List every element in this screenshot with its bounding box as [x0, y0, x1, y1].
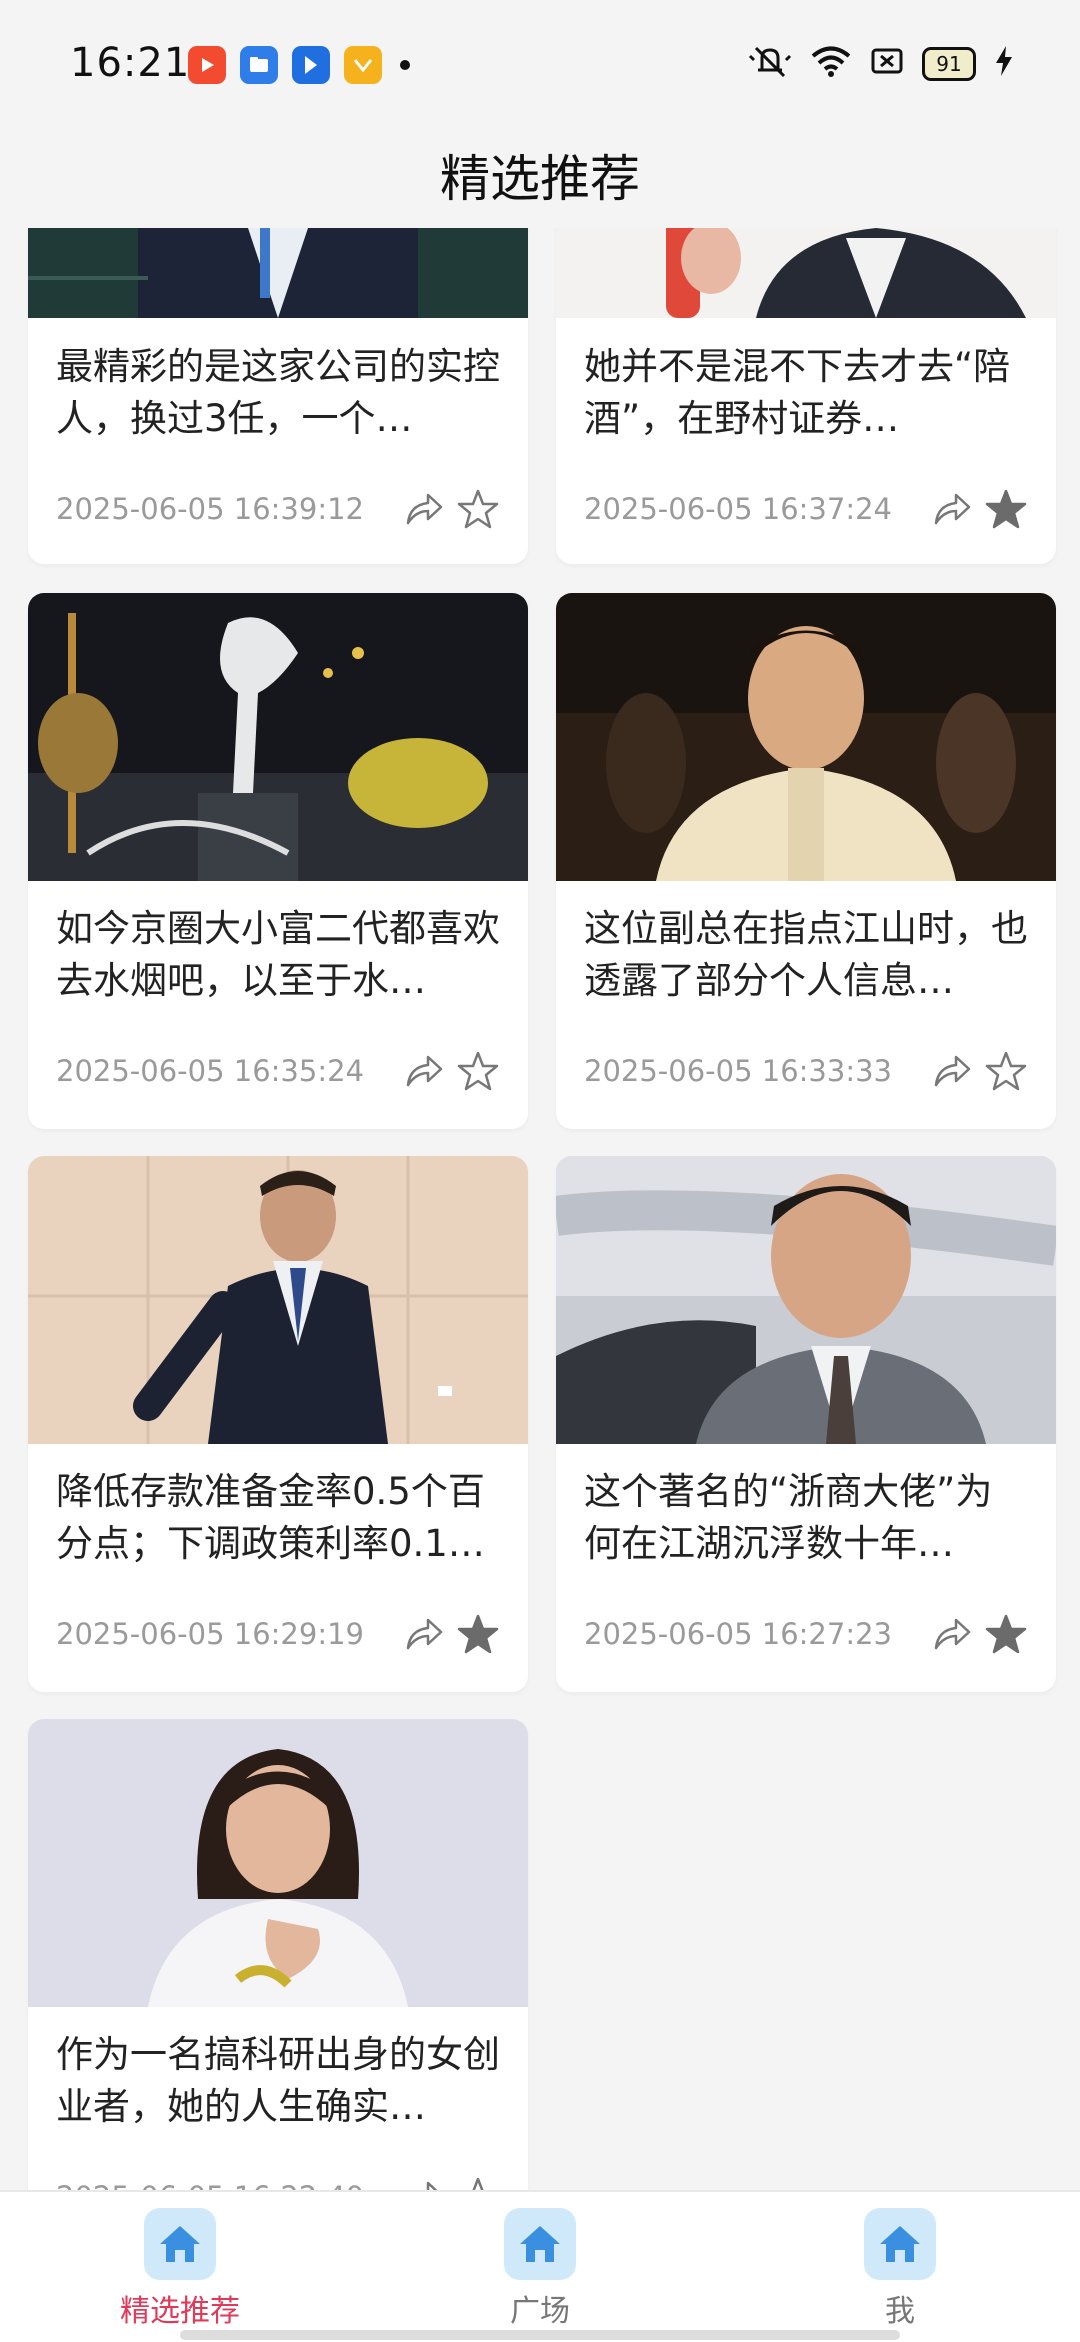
article-card[interactable]: 这个著名的“浙商大佬”为何在江湖沉浮数十年… 2025-06-05 16:27:…: [556, 1156, 1056, 1692]
share-icon[interactable]: [402, 1612, 446, 1656]
article-title[interactable]: 这个著名的“浙商大佬”为何在江湖沉浮数十年…: [584, 1466, 1028, 1572]
more-notifications-dot: [400, 60, 410, 70]
favorite-star-icon[interactable]: [984, 1612, 1028, 1656]
article-card[interactable]: 这位副总在指点江山时，也透露了部分个人信息… 2025-06-05 16:33:…: [556, 593, 1056, 1129]
favorite-star-icon[interactable]: [456, 1049, 500, 1093]
folder-app-icon: [240, 46, 278, 84]
silent-mode-icon: [748, 44, 792, 84]
article-date: 2025-06-05 16:33:33: [584, 1054, 892, 1088]
share-icon[interactable]: [930, 1612, 974, 1656]
bookmark-app-icon: [292, 46, 330, 84]
article-card[interactable]: 降低存款准备金率0.5个百分点；下调政策利率0.1… 2025-06-05 16…: [28, 1156, 528, 1692]
nav-label[interactable]: 精选推荐: [120, 2286, 240, 2330]
article-date: 2025-06-05 16:35:24: [56, 1054, 364, 1088]
favorite-star-icon[interactable]: [984, 487, 1028, 531]
article-thumbnail[interactable]: [556, 593, 1056, 881]
nav-tab-plaza[interactable]: 广场: [440, 2208, 640, 2330]
gesture-bar[interactable]: [180, 2330, 900, 2340]
article-title[interactable]: 如今京圈大小富二代都喜欢去水烟吧，以至于水…: [56, 903, 500, 1009]
top-bar: 精选推荐: [0, 120, 1080, 230]
article-date: 2025-06-05 16:39:12: [56, 492, 364, 526]
favorite-star-icon[interactable]: [984, 1049, 1028, 1093]
article-title[interactable]: 作为一名搞科研出身的女创业者，她的人生确实…: [56, 2029, 500, 2135]
favorite-star-icon[interactable]: [456, 487, 500, 531]
article-meta: 2025-06-05 16:39:12: [56, 484, 500, 534]
nav-tab-me[interactable]: 我: [800, 2208, 1000, 2330]
article-title[interactable]: 最精彩的是这家公司的实控人，换过3任，一个…: [56, 341, 500, 447]
article-title[interactable]: 降低存款准备金率0.5个百分点；下调政策利率0.1…: [56, 1466, 500, 1572]
article-meta: 2025-06-05 16:27:23: [584, 1609, 1028, 1659]
no-sim-icon: [870, 46, 904, 82]
page-title: 精选推荐: [440, 150, 640, 208]
article-date: 2025-06-05 16:37:24: [584, 492, 892, 526]
nav-label[interactable]: 广场: [510, 2286, 570, 2330]
coupon-app-icon: [344, 46, 382, 84]
wifi-icon: [810, 45, 852, 83]
share-icon[interactable]: [402, 2175, 446, 2190]
article-title[interactable]: 这位副总在指点江山时，也透露了部分个人信息…: [584, 903, 1028, 1009]
article-thumbnail[interactable]: [28, 1719, 528, 2007]
home-icon[interactable]: [144, 2208, 216, 2280]
battery-icon: 91: [922, 47, 976, 81]
article-meta: 2025-06-05 16:35:24: [56, 1046, 500, 1096]
article-card[interactable]: 最精彩的是这家公司的实控人，换过3任，一个… 2025-06-05 16:39:…: [28, 228, 528, 564]
article-thumbnail[interactable]: [28, 1156, 528, 1444]
article-title[interactable]: 她并不是混不下去才去“陪酒”，在野村证券…: [584, 341, 1028, 447]
article-date: 2025-06-05 16:22:40: [56, 2180, 402, 2190]
article-card[interactable]: 如今京圈大小富二代都喜欢去水烟吧，以至于水… 2025-06-05 16:35:…: [28, 593, 528, 1129]
favorite-star-icon[interactable]: [456, 1612, 500, 1656]
nav-label[interactable]: 我: [885, 2286, 915, 2330]
home-icon[interactable]: [504, 2208, 576, 2280]
charging-icon: [994, 45, 1014, 83]
article-thumbnail[interactable]: [556, 1156, 1056, 1444]
article-thumbnail[interactable]: [28, 593, 528, 881]
article-thumbnail[interactable]: [556, 228, 1056, 318]
system-indicators: 91: [748, 44, 1014, 84]
home-icon[interactable]: [864, 2208, 936, 2280]
article-thumbnail[interactable]: [28, 228, 528, 318]
article-meta: 2025-06-05 16:37:24: [584, 484, 1028, 534]
favorite-star-icon[interactable]: [456, 2175, 500, 2190]
status-bar: 16:21 91: [0, 0, 1080, 120]
notification-icons: [188, 46, 410, 84]
bottom-nav: 精选推荐 广场 我: [0, 2190, 1080, 2342]
article-meta: 2025-06-05 16:22:40: [56, 2172, 500, 2190]
article-card[interactable]: 她并不是混不下去才去“陪酒”，在野村证券… 2025-06-05 16:37:2…: [556, 228, 1056, 564]
article-meta: 2025-06-05 16:33:33: [584, 1046, 1028, 1096]
video-app-icon: [188, 46, 226, 84]
article-date: 2025-06-05 16:29:19: [56, 1617, 364, 1651]
share-icon[interactable]: [402, 487, 446, 531]
article-meta: 2025-06-05 16:29:19: [56, 1609, 500, 1659]
nav-tab-featured[interactable]: 精选推荐: [80, 2208, 280, 2330]
article-feed[interactable]: 最精彩的是这家公司的实控人，换过3任，一个… 2025-06-05 16:39:…: [0, 228, 1080, 2190]
share-icon[interactable]: [930, 487, 974, 531]
status-time: 16:21: [70, 40, 191, 86]
share-icon[interactable]: [402, 1049, 446, 1093]
article-date: 2025-06-05 16:27:23: [584, 1617, 892, 1651]
share-icon[interactable]: [930, 1049, 974, 1093]
article-card[interactable]: 作为一名搞科研出身的女创业者，她的人生确实… 2025-06-05 16:22:…: [28, 1719, 528, 2190]
